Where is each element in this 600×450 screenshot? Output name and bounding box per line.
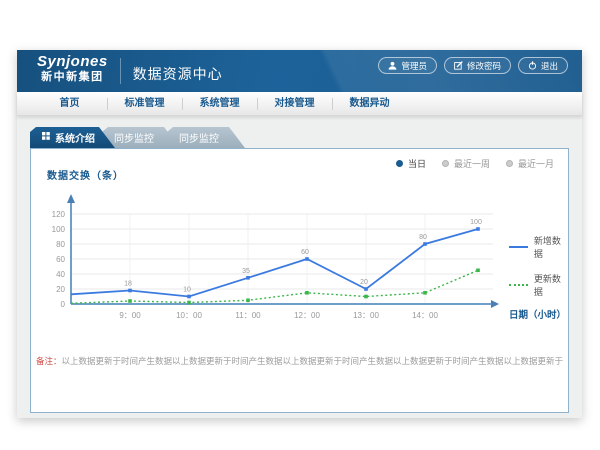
- svg-text:40: 40: [56, 270, 65, 279]
- radio-label: 最近一月: [518, 157, 554, 170]
- footnote-prefix: 备注：: [36, 356, 62, 366]
- nav-item-data-change[interactable]: 数据异动: [332, 93, 407, 115]
- radio-last-week[interactable]: 最近一周: [442, 157, 490, 170]
- legend-line-sample: [509, 246, 528, 248]
- svg-text:10：00: 10：00: [176, 311, 202, 320]
- svg-text:100: 100: [470, 219, 482, 226]
- main-nav: 首页 标准管理 系统管理 对接管理 数据异动: [17, 92, 582, 116]
- svg-text:9：00: 9：00: [119, 311, 141, 320]
- x-axis-title: 日期（小时）: [509, 307, 579, 321]
- svg-text:14：00: 14：00: [412, 311, 438, 320]
- tab-label: 系统介绍: [55, 130, 95, 145]
- nav-item-system-mgmt[interactable]: 系统管理: [182, 93, 257, 115]
- tab-label: 同步监控: [114, 130, 154, 145]
- footnote: 备注：以上数据更新于时间产生数据以上数据更新于时间产生数据以上数据更新于时间产生…: [31, 355, 568, 367]
- svg-text:80: 80: [419, 234, 427, 241]
- brand-logo: Synjones 新中新集团: [37, 54, 108, 92]
- svg-text:20: 20: [56, 285, 65, 294]
- user-name: 管理员: [401, 60, 427, 72]
- content-area: 系统介绍 同步监控 同步监控 当日 最近一周: [17, 116, 582, 418]
- logo-subtext: 新中新集团: [37, 71, 108, 83]
- svg-text:80: 80: [56, 240, 65, 249]
- legend-label: 新增数据: [534, 234, 568, 260]
- radio-today[interactable]: 当日: [396, 157, 426, 170]
- tab-label: 同步监控: [179, 130, 219, 145]
- radio-dot: [442, 160, 449, 167]
- radio-label: 最近一周: [454, 157, 490, 170]
- chart-panel: 当日 最近一周 最近一月 数据交换（条） 0 20 40 60 80 100 120 9：00…: [30, 148, 569, 413]
- edit-icon: [454, 61, 463, 70]
- svg-text:120: 120: [52, 210, 66, 219]
- change-password-button[interactable]: 修改密码: [444, 57, 511, 74]
- app-window: Synjones 新中新集团 数据资源中心 管理员 修改密码: [17, 50, 582, 418]
- legend-item-updated-data: 更新数据: [509, 272, 568, 298]
- svg-text:13：00: 13：00: [353, 311, 379, 320]
- svg-text:0: 0: [61, 300, 66, 309]
- nav-item-home[interactable]: 首页: [32, 93, 107, 115]
- legend-item-new-data: 新增数据: [509, 234, 568, 260]
- header-divider: [120, 58, 121, 84]
- line-chart: 0 20 40 60 80 100 120 9：00 10：00 11：00 12：00 13：00 1…: [41, 181, 511, 326]
- current-user-button[interactable]: 管理员: [378, 57, 437, 74]
- page-title: 数据资源中心: [133, 64, 223, 92]
- radio-label: 当日: [408, 157, 426, 170]
- y-axis-title: 数据交换（条）: [47, 167, 124, 182]
- legend-line-sample: [509, 284, 528, 286]
- tab-sync-monitor-1[interactable]: 同步监控: [102, 127, 180, 148]
- header: Synjones 新中新集团 数据资源中心 管理员 修改密码: [17, 50, 582, 92]
- svg-text:10: 10: [183, 287, 191, 294]
- footnote-text: 以上数据更新于时间产生数据以上数据更新于时间产生数据以上数据更新于时间产生数据以…: [62, 356, 564, 366]
- grid-icon: [42, 132, 50, 143]
- svg-text:60: 60: [301, 249, 309, 256]
- svg-text:35: 35: [242, 268, 250, 275]
- svg-text:20: 20: [360, 279, 368, 286]
- legend-label: 更新数据: [534, 272, 568, 298]
- svg-text:100: 100: [52, 225, 66, 234]
- date-range-filter: 当日 最近一周 最近一月: [396, 157, 554, 170]
- user-bar: 管理员 修改密码 退出: [378, 57, 568, 74]
- change-password-label: 修改密码: [467, 60, 501, 72]
- tab-system-intro[interactable]: 系统介绍: [30, 127, 115, 148]
- svg-text:18: 18: [124, 281, 132, 288]
- radio-dot: [506, 160, 513, 167]
- nav-item-standard-mgmt[interactable]: 标准管理: [107, 93, 182, 115]
- logout-button[interactable]: 退出: [518, 57, 568, 74]
- power-icon: [528, 61, 537, 70]
- svg-text:60: 60: [56, 255, 65, 264]
- nav-item-connect-mgmt[interactable]: 对接管理: [257, 93, 332, 115]
- svg-text:12：00: 12：00: [294, 311, 320, 320]
- svg-text:11：00: 11：00: [235, 311, 261, 320]
- logo-text: Synjones: [37, 54, 108, 71]
- chart-legend: 新增数据 更新数据: [509, 234, 568, 298]
- user-icon: [388, 61, 397, 70]
- logout-label: 退出: [541, 60, 558, 72]
- tab-bar: 系统介绍 同步监控 同步监控: [30, 127, 582, 148]
- tab-sync-monitor-2[interactable]: 同步监控: [167, 127, 245, 148]
- radio-dot: [396, 160, 403, 167]
- radio-last-month[interactable]: 最近一月: [506, 157, 554, 170]
